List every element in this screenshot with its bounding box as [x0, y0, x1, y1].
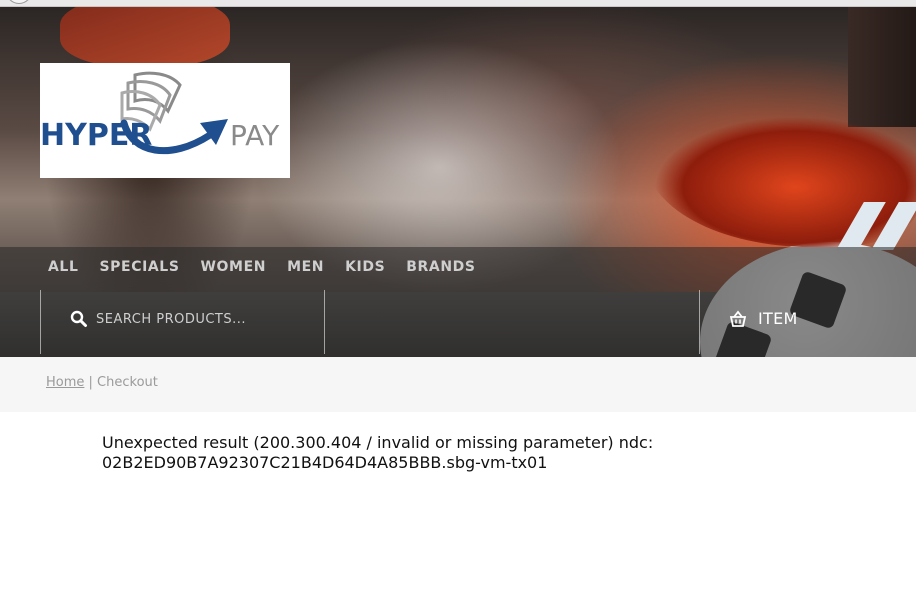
nav-item-all[interactable]: ALL [48, 259, 78, 275]
search-input[interactable] [96, 311, 296, 327]
main-navigation-bar: ALL SPECIALS WOMEN MEN KIDS BRANDS ITEM [0, 247, 916, 357]
cart-button[interactable]: ITEM [729, 309, 798, 328]
hyperpay-logo[interactable]: HYPER PAY [40, 63, 290, 178]
payment-error-message: Unexpected result (200.300.404 / invalid… [102, 433, 722, 473]
breadcrumb-separator: | [84, 375, 98, 390]
breadcrumb-home-link[interactable]: Home [46, 375, 84, 390]
nav-item-specials[interactable]: SPECIALS [99, 259, 179, 275]
logo-text-left: HYPER [40, 118, 152, 153]
search-icon[interactable] [70, 310, 88, 328]
browser-button[interactable] [6, 0, 32, 4]
breadcrumb-bar: Home | Checkout [0, 357, 916, 412]
nav-item-kids[interactable]: KIDS [345, 259, 385, 275]
breadcrumb: Home | Checkout [46, 375, 158, 390]
nav-item-men[interactable]: MEN [287, 259, 324, 275]
cart-label: ITEM [758, 309, 798, 328]
hyperpay-logo-graphic: HYPER PAY [40, 71, 280, 155]
basket-icon [729, 310, 747, 327]
football-boot [645, 97, 916, 247]
error-message-ndc: 02B2ED90B7A92307C21B4D64D4A85BBB.sbg-vm-… [102, 453, 548, 472]
divider [324, 290, 325, 354]
search-box[interactable] [70, 310, 296, 328]
logo-text-right: PAY [230, 119, 280, 152]
divider [40, 290, 41, 354]
category-nav: ALL SPECIALS WOMEN MEN KIDS BRANDS [48, 259, 497, 275]
nav-item-brands[interactable]: BRANDS [406, 259, 475, 275]
breadcrumb-current: Checkout [97, 375, 158, 390]
runner-shirt [60, 7, 230, 67]
nav-item-women[interactable]: WOMEN [201, 259, 267, 275]
error-message-line: Unexpected result (200.300.404 / invalid… [102, 433, 654, 452]
browser-top-strip [0, 0, 916, 7]
divider [699, 290, 700, 354]
